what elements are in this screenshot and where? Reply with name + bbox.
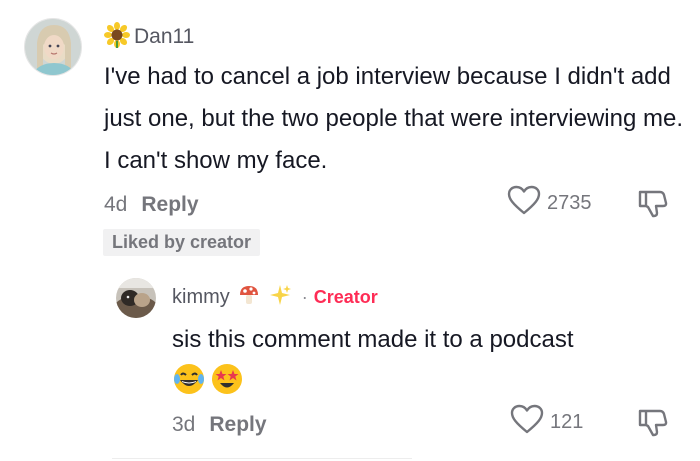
comment-header: Dan11 xyxy=(104,21,194,53)
comment-text: I've had to cancel a job interview becau… xyxy=(104,63,683,174)
like-button[interactable]: 2735 xyxy=(507,185,592,221)
separator: · xyxy=(301,286,308,307)
reply-text: sis this comment made it to a podcast xyxy=(172,326,574,353)
mushroom-icon xyxy=(238,284,260,311)
like-count: 2735 xyxy=(547,191,592,214)
reply-meta: 3d Reply xyxy=(172,410,267,440)
reply-header: kimmy · Creator xyxy=(172,283,378,311)
avatar-image xyxy=(25,19,81,75)
avatar-image xyxy=(116,278,156,318)
reply-button[interactable]: Reply xyxy=(141,193,198,217)
reply-like-count: 121 xyxy=(550,410,584,433)
creator-label: Creator xyxy=(313,286,378,307)
dislike-icon[interactable] xyxy=(636,407,668,444)
liked-by-creator-badge: Liked by creator xyxy=(103,229,261,256)
reply-age: 3d xyxy=(172,413,196,436)
heart-icon xyxy=(507,185,541,221)
sparkles-icon xyxy=(268,283,292,312)
heart-icon xyxy=(510,404,544,440)
divider xyxy=(112,458,412,459)
reply-like-button[interactable]: 121 xyxy=(510,404,584,440)
reply-emojis xyxy=(172,362,244,401)
avatar[interactable] xyxy=(24,18,82,76)
comment-age: 4d xyxy=(104,193,128,216)
comment-meta: 4d Reply xyxy=(104,190,199,220)
dislike-icon[interactable] xyxy=(636,188,668,225)
reply-username[interactable]: kimmy xyxy=(172,286,230,309)
reply-button[interactable]: Reply xyxy=(209,413,266,437)
star-struck-icon xyxy=(210,362,244,401)
sunflower-icon xyxy=(104,21,130,53)
comment-thread: Dan11 I've had to cancel a job interview… xyxy=(0,0,700,461)
reply-avatar[interactable] xyxy=(116,278,156,318)
username[interactable]: Dan11 xyxy=(134,25,194,49)
laughing-tears-icon xyxy=(172,362,206,401)
